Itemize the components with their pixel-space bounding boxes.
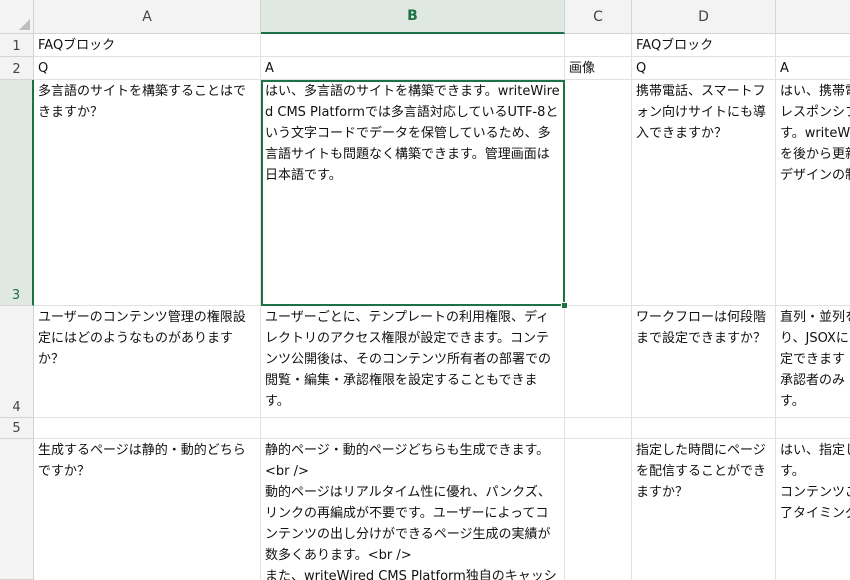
cell-e4[interactable]: 直列・並列を り、JSOXに 定できます 承認者のみ す。 (776, 306, 850, 418)
fill-handle[interactable] (561, 302, 568, 309)
cell-e3[interactable]: はい、携帯電 レスポンシブ す。writeW を後から更新 デザインの制 (776, 80, 850, 306)
row-header-1[interactable]: 1 (0, 34, 34, 57)
cell-c6[interactable] (565, 439, 632, 580)
row-header-4[interactable]: 4 (0, 306, 34, 418)
cell-a1[interactable]: FAQブロック (34, 34, 261, 57)
row-header-6[interactable] (0, 439, 34, 580)
spreadsheet-grid[interactable]: A B C D 1 2 3 4 5 FAQブロック FAQブロック Q A 画像… (0, 0, 850, 580)
select-all-corner[interactable] (0, 0, 34, 34)
cell-c4[interactable] (565, 306, 632, 418)
column-header-a[interactable]: A (34, 0, 261, 34)
cell-c3[interactable] (565, 80, 632, 306)
column-header-c[interactable]: C (565, 0, 632, 34)
select-all-triangle-icon (19, 19, 30, 30)
cell-c2[interactable]: 画像 (565, 57, 632, 80)
cell-b6[interactable]: 静的ページ・動的ページどちらも生成できます。<br /> 動的ページはリアルタイ… (261, 439, 565, 580)
cell-a5[interactable] (34, 418, 261, 439)
cell-b1[interactable] (261, 34, 565, 57)
cell-e6[interactable]: はい、指定し す。 コンテンツご 了タイミング (776, 439, 850, 580)
cell-c1[interactable] (565, 34, 632, 57)
cell-e5[interactable] (776, 418, 850, 439)
row-header-5[interactable]: 5 (0, 418, 34, 439)
cell-d5[interactable] (632, 418, 776, 439)
cell-a3[interactable]: 多言語のサイトを構築することはできますか？ (34, 80, 261, 306)
cell-c5[interactable] (565, 418, 632, 439)
cell-b4[interactable]: ユーザーごとに、テンプレートの利用権限、ディレクトリのアクセス権限が設定できます… (261, 306, 565, 418)
cell-b3[interactable]: はい、多言語のサイトを構築できます。writeWired CMS Platfor… (261, 80, 565, 306)
cell-a2[interactable]: Q (34, 57, 261, 80)
cell-e1[interactable] (776, 34, 850, 57)
cell-d6[interactable]: 指定した時間にページを配信することができますか？ (632, 439, 776, 580)
row-header-2[interactable]: 2 (0, 57, 34, 80)
cell-e2[interactable]: A (776, 57, 850, 80)
cell-a6[interactable]: 生成するページは静的・動的どちらですか？ (34, 439, 261, 580)
cell-d2[interactable]: Q (632, 57, 776, 80)
cell-a4[interactable]: ユーザーのコンテンツ管理の権限設定にはどのようなものがありますか？ (34, 306, 261, 418)
row-header-3[interactable]: 3 (0, 80, 34, 306)
column-header-e[interactable] (776, 0, 850, 34)
cell-b5[interactable] (261, 418, 565, 439)
cell-d1[interactable]: FAQブロック (632, 34, 776, 57)
cell-d4[interactable]: ワークフローは何段階まで設定できますか？ (632, 306, 776, 418)
column-header-d[interactable]: D (632, 0, 776, 34)
cell-b2[interactable]: A (261, 57, 565, 80)
cell-d3[interactable]: 携帯電話、スマートフォン向けサイトにも導入できますか？ (632, 80, 776, 306)
column-header-b[interactable]: B (261, 0, 565, 34)
